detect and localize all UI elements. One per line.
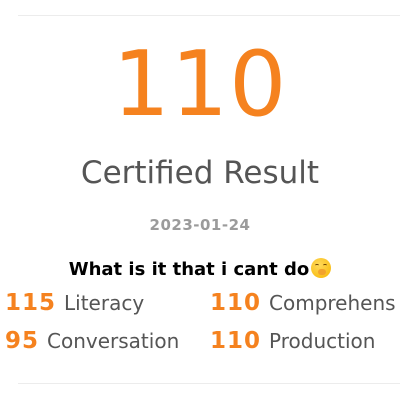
subscore-production: 110 Production: [210, 330, 375, 353]
result-title: Certified Result: [80, 155, 320, 191]
bottom-divider: [18, 383, 400, 384]
subscore-conversation: 95 Conversation: [5, 330, 179, 353]
top-divider: [18, 15, 400, 16]
subscore-label: Literacy: [64, 291, 145, 315]
result-date: 2023-01-24: [149, 216, 251, 234]
subscore-comprehension: 110 Comprehens: [210, 292, 396, 315]
subscore-label: Conversation: [47, 329, 180, 353]
subscore-value: 95: [5, 328, 40, 354]
subscore-value: 110: [210, 290, 262, 316]
subscore-value: 110: [210, 328, 262, 354]
overall-score: 110: [112, 32, 288, 137]
overlay-caption: What is it that i cant do: [0, 258, 400, 279]
caption-text: What is it that i cant do: [68, 259, 310, 280]
subscore-label: Comprehens: [269, 291, 396, 315]
hand-over-mouth-emoji-icon: [311, 258, 332, 278]
subscore-literacy: 115 Literacy: [5, 292, 144, 315]
subscore-value: 115: [5, 290, 57, 316]
subscore-label: Production: [269, 329, 376, 353]
